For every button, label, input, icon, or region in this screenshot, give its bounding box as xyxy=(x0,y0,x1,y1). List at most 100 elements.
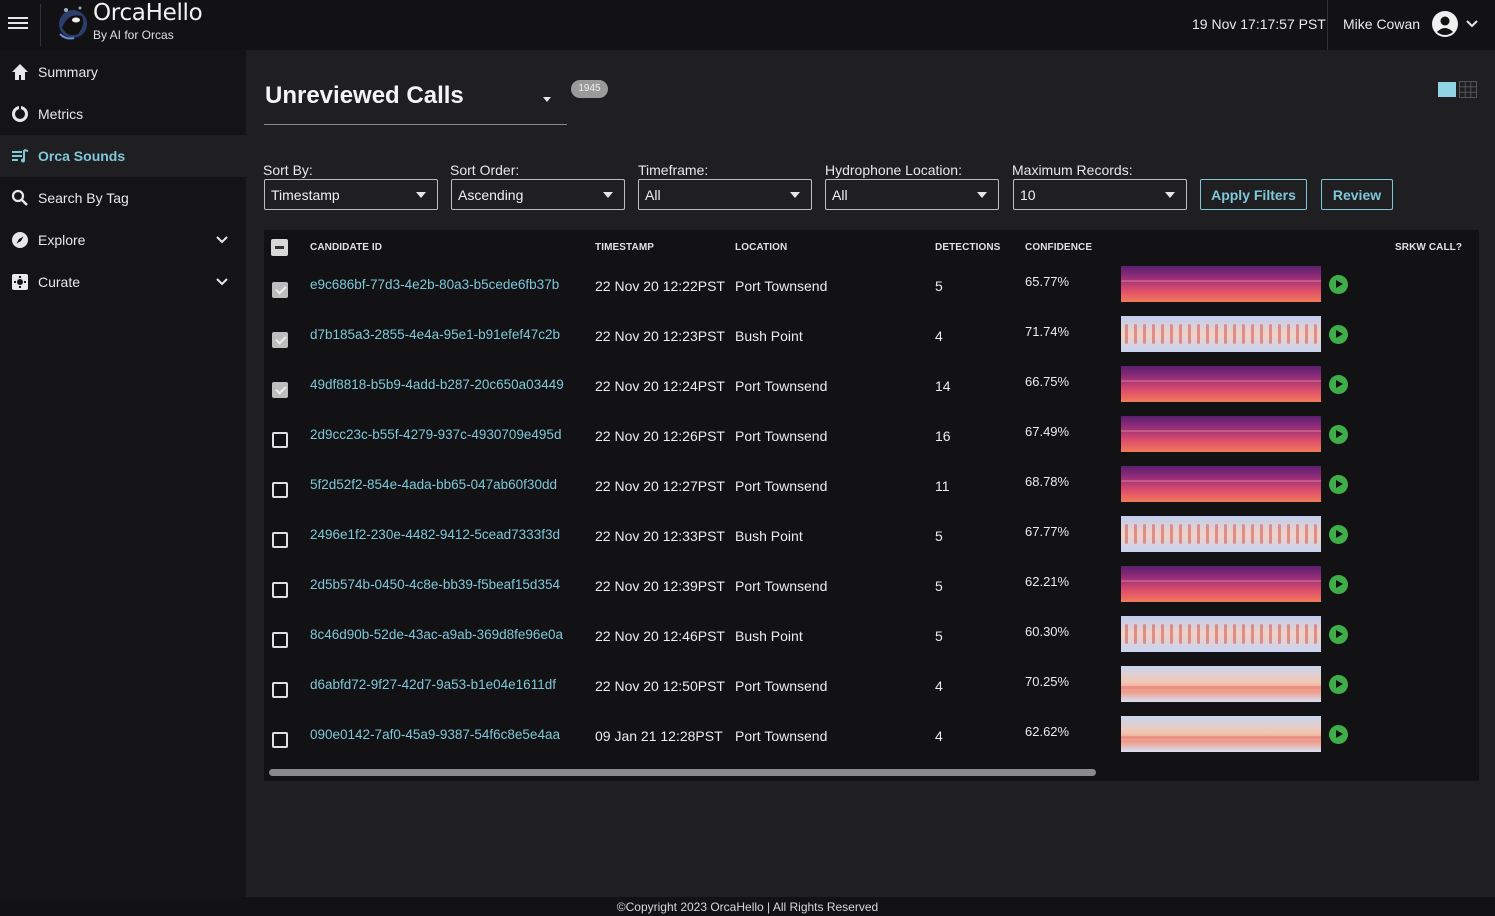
sidebar-item-explore[interactable]: Explore xyxy=(0,219,246,261)
account-circle-icon[interactable] xyxy=(1431,10,1459,38)
candidate-id-link[interactable]: 8c46d90b-52de-43ac-a9ab-369d8fe96e0a xyxy=(310,627,563,642)
candidate-id-link[interactable]: 2d9cc23c-b55f-4279-937c-4930709e495d xyxy=(310,427,561,442)
sidebar-item-orca-sounds[interactable]: Orca Sounds xyxy=(0,135,246,177)
grid-view-icon[interactable] xyxy=(1459,81,1477,98)
column-header-confidence[interactable]: CONFIDENCE xyxy=(1025,242,1092,253)
chevron-down-icon[interactable] xyxy=(215,233,229,247)
row-checkbox[interactable] xyxy=(272,532,288,548)
spectrogram-image[interactable] xyxy=(1121,416,1321,452)
row-checkbox[interactable] xyxy=(272,732,288,748)
candidate-id-link[interactable]: 49df8818-b5b9-4add-b287-20c650a03449 xyxy=(310,377,564,392)
donut-icon xyxy=(12,105,28,122)
header-divider xyxy=(1327,0,1328,50)
spectrogram-image[interactable] xyxy=(1121,516,1321,552)
confidence-cell: 62.62% xyxy=(1025,724,1070,739)
location-cell: Port Townsend xyxy=(735,278,828,294)
row-checkbox[interactable] xyxy=(272,282,288,298)
spectrogram-image[interactable] xyxy=(1121,616,1321,652)
play-icon[interactable] xyxy=(1329,725,1348,744)
spectrogram-image[interactable] xyxy=(1121,716,1321,752)
row-checkbox[interactable] xyxy=(272,582,288,598)
play-icon[interactable] xyxy=(1329,425,1348,444)
sidebar-item-search-by-tag[interactable]: Search By Tag xyxy=(0,177,246,219)
confidence-cell: 68.78% xyxy=(1025,474,1070,489)
candidate-id-link[interactable]: 090e0142-7af0-45a9-9387-54f6c8e5e4aa xyxy=(310,727,560,742)
row-checkbox[interactable] xyxy=(272,332,288,348)
caret-down-icon xyxy=(603,192,613,198)
confidence-cell: 60.30% xyxy=(1025,624,1070,639)
detections-cell: 4 xyxy=(935,728,943,744)
column-header-timestamp[interactable]: TIMESTAMP xyxy=(595,242,654,253)
sidebar-item-curate[interactable]: Curate xyxy=(0,261,246,303)
app-title: OrcaHello xyxy=(93,0,203,26)
timestamp-cell: 22 Nov 20 12:23PST xyxy=(595,328,725,344)
review-button[interactable]: Review xyxy=(1321,179,1393,210)
play-icon[interactable] xyxy=(1329,375,1348,394)
candidate-id-link[interactable]: 2496e1f2-230e-4482-9412-5cead7333f3d xyxy=(310,527,560,542)
row-checkbox[interactable] xyxy=(272,432,288,448)
candidate-id-link[interactable]: e9c686bf-77d3-4e2b-80a3-b5cede6fb37b xyxy=(310,277,559,292)
column-header-candidate-id[interactable]: CANDIDATE ID xyxy=(310,242,382,253)
horizontal-scrollbar[interactable] xyxy=(269,769,1096,776)
hydrophone-location-select[interactable]: All xyxy=(825,179,999,210)
confidence-cell: 65.77% xyxy=(1025,274,1070,289)
max-records-label: Maximum Records: xyxy=(1012,162,1133,178)
candidate-id-link[interactable]: 2d5b574b-0450-4c8e-bb39-f5beaf15d354 xyxy=(310,577,560,592)
home-icon xyxy=(12,64,28,80)
location-cell: Port Townsend xyxy=(735,578,828,594)
sort-order-value: Ascending xyxy=(458,187,524,203)
row-checkbox[interactable] xyxy=(272,632,288,648)
view-select[interactable]: Unreviewed Calls xyxy=(264,72,567,125)
user-name[interactable]: Mike Cowan xyxy=(1343,16,1420,32)
chevron-down-icon[interactable] xyxy=(215,275,229,289)
timestamp-cell: 22 Nov 20 12:33PST xyxy=(595,528,725,544)
play-icon[interactable] xyxy=(1329,625,1348,644)
list-view-icon[interactable] xyxy=(1438,82,1456,97)
candidate-id-link[interactable]: d7b185a3-2855-4e4a-95e1-b91efef47c2b xyxy=(310,327,560,342)
detections-cell: 5 xyxy=(935,628,943,644)
sort-order-select[interactable]: Ascending xyxy=(451,179,625,210)
timeframe-select[interactable]: All xyxy=(638,179,812,210)
play-icon[interactable] xyxy=(1329,475,1348,494)
location-cell: Bush Point xyxy=(735,328,803,344)
timestamp-cell: 22 Nov 20 12:22PST xyxy=(595,278,725,294)
select-all-checkbox[interactable] xyxy=(271,239,288,256)
row-checkbox[interactable] xyxy=(272,382,288,398)
candidate-id-link[interactable]: 5f2d52f2-854e-4ada-bb65-047ab60f30dd xyxy=(310,477,557,492)
chevron-down-icon[interactable] xyxy=(1465,17,1479,31)
location-cell: Bush Point xyxy=(735,528,803,544)
sidebar-item-metrics[interactable]: Metrics xyxy=(0,93,246,135)
candidate-id-link[interactable]: d6abfd72-9f27-42d7-9a53-b1e04e1611df xyxy=(310,677,556,692)
row-checkbox[interactable] xyxy=(272,682,288,698)
confidence-cell: 66.75% xyxy=(1025,374,1070,389)
spectrogram-image[interactable] xyxy=(1121,316,1321,352)
max-records-select[interactable]: 10 xyxy=(1013,179,1187,210)
sidebar-item-label: Orca Sounds xyxy=(38,148,126,164)
row-checkbox[interactable] xyxy=(272,482,288,498)
play-icon[interactable] xyxy=(1329,275,1348,294)
spectrogram-image[interactable] xyxy=(1121,466,1321,502)
spectrogram-image[interactable] xyxy=(1121,566,1321,602)
footer: ©Copyright 2023 OrcaHello | All Rights R… xyxy=(0,897,1495,916)
sort-by-select[interactable]: Timestamp xyxy=(264,179,438,210)
column-header-location[interactable]: LOCATION xyxy=(735,242,787,253)
hamburger-menu-icon[interactable] xyxy=(8,14,28,34)
sidebar-item-summary[interactable]: Summary xyxy=(0,51,246,93)
spectrogram-image[interactable] xyxy=(1121,266,1321,302)
column-header-srkw-call[interactable]: SRKW CALL? xyxy=(1395,242,1462,253)
play-icon[interactable] xyxy=(1329,525,1348,544)
timestamp-cell: 22 Nov 20 12:24PST xyxy=(595,378,725,394)
spectrogram-image[interactable] xyxy=(1121,666,1321,702)
column-header-detections[interactable]: DETECTIONS xyxy=(935,242,1000,253)
page-title: Unreviewed Calls xyxy=(265,82,464,109)
play-icon[interactable] xyxy=(1329,675,1348,694)
table-row: 090e0142-7af0-45a9-9387-54f6c8e5e4aa 09 … xyxy=(264,716,1479,774)
detections-cell: 5 xyxy=(935,578,943,594)
hydrophone-location-label: Hydrophone Location: xyxy=(825,162,962,178)
play-icon[interactable] xyxy=(1329,325,1348,344)
spectrogram-image[interactable] xyxy=(1121,366,1321,402)
apply-filters-button[interactable]: Apply Filters xyxy=(1200,179,1307,210)
count-badge: 1945 xyxy=(571,80,608,98)
sidebar-item-label: Explore xyxy=(38,232,86,248)
play-icon[interactable] xyxy=(1329,575,1348,594)
